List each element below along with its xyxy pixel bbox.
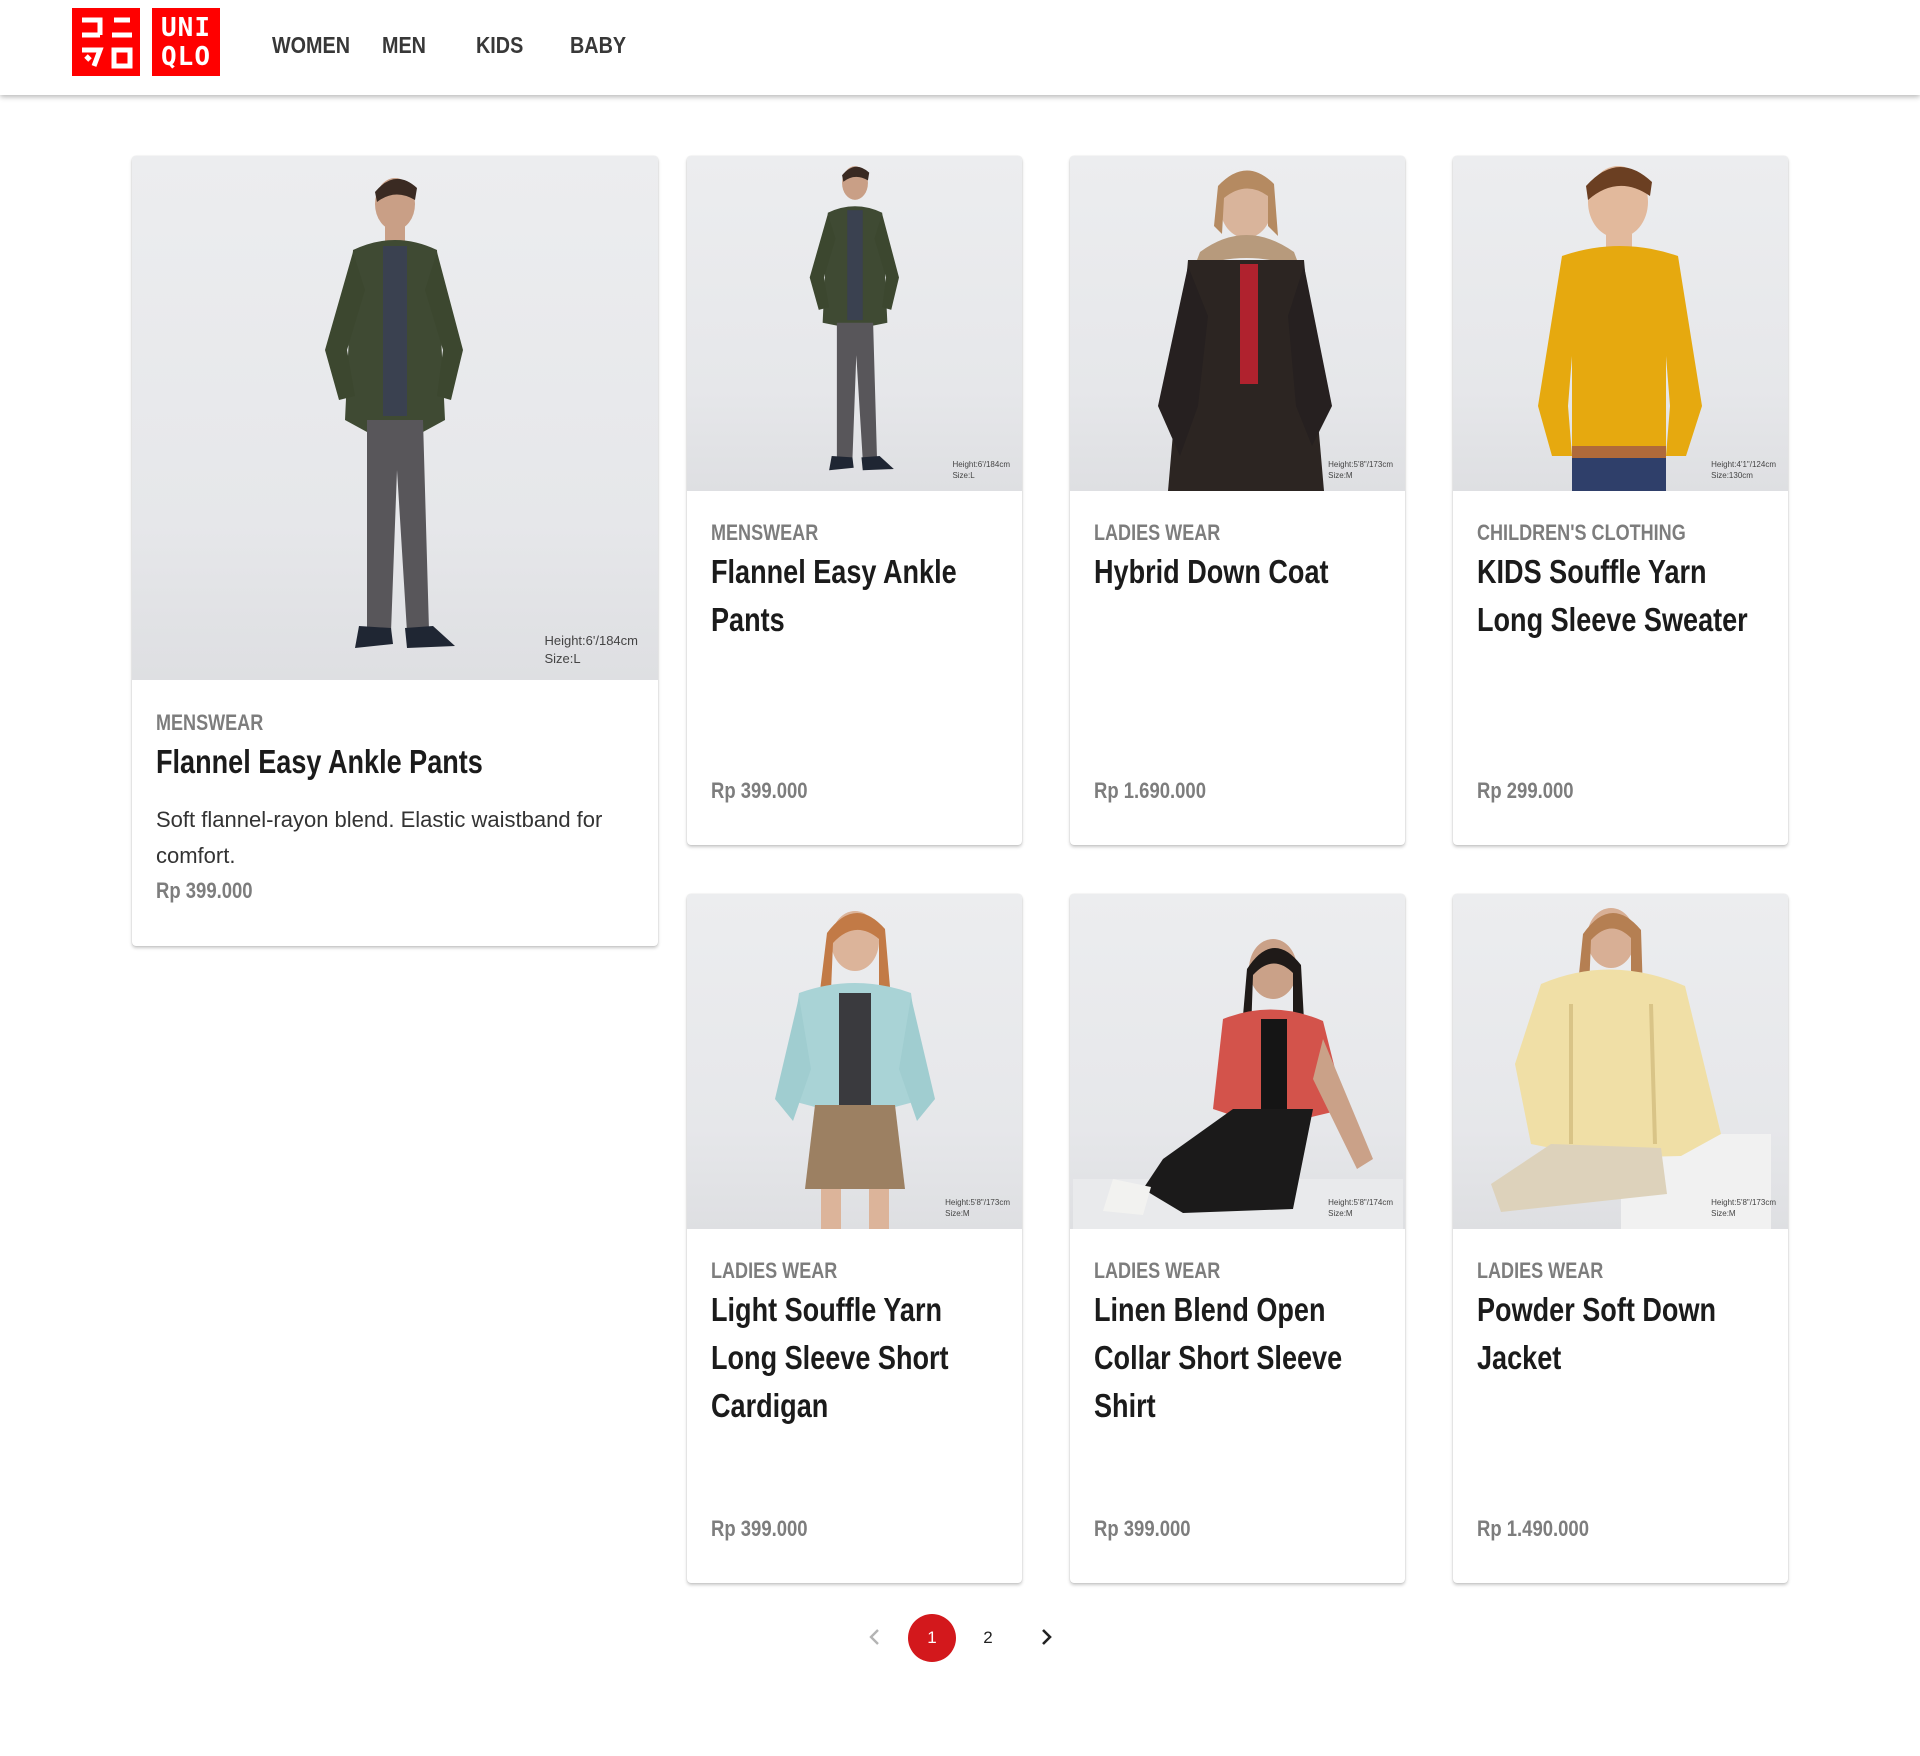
next-page-chevron <box>1042 1629 1052 1645</box>
product-card[interactable]: Height:5'8"/174cm Size:M LADIES WEAR Lin… <box>1070 894 1405 1583</box>
main-nav: WOMEN MEN KIDS BABY <box>272 32 660 59</box>
product-image[interactable]: Height:5'8"/173cm Size:M <box>1070 156 1405 491</box>
model-size-tag: Height:5'8"/173cm Size:M <box>1328 459 1393 481</box>
model-size-text: Size:M <box>1711 1209 1736 1218</box>
nav-item-baby[interactable]: BABY <box>570 32 647 59</box>
page-button-1[interactable]: 1 <box>908 1614 956 1662</box>
model-woman-puffer-image <box>1490 908 1771 1229</box>
product-card[interactable]: Height:6'/184cm Size:L MENSWEAR Flannel … <box>687 156 1022 845</box>
chevron-left-icon[interactable] <box>855 1617 895 1657</box>
model-size-text: Size:M <box>945 1209 970 1218</box>
model-size-tag: Height:4'1"/124cm Size:130cm <box>1711 459 1776 481</box>
logo-text-top: UNI <box>161 13 211 43</box>
product-price: Rp 399.000 <box>1094 1516 1191 1541</box>
product-image[interactable]: Height:4'1"/124cm Size:130cm <box>1453 156 1788 491</box>
model-man-cardigan-image <box>325 178 463 648</box>
model-height-text: Height:6'/184cm <box>952 460 1010 469</box>
model-height-text: Height:4'1"/124cm <box>1711 460 1776 469</box>
model-height-text: Height:5'8"/173cm <box>945 1198 1010 1207</box>
product-description: Soft flannel-rayon blend. Elastic waistb… <box>156 807 603 868</box>
uniqlo-logo[interactable]: UNI QLO <box>72 8 220 76</box>
model-size-tag: Height:5'8"/173cm Size:M <box>945 1197 1010 1219</box>
page-button-2[interactable]: 2 <box>964 1614 1012 1662</box>
product-price: Rp 399.000 <box>156 878 253 903</box>
model-size-tag: Height:6'/184cm Size:L <box>544 632 638 668</box>
product-title[interactable]: Flannel Easy Ankle Pants <box>711 548 994 644</box>
product-card[interactable]: Height:4'1"/124cm Size:130cm CHILDREN'S … <box>1453 156 1788 845</box>
model-size-text: Size:130cm <box>1711 471 1753 480</box>
product-title[interactable]: Linen Blend Open Collar Short Sleeve Shi… <box>1094 1286 1377 1430</box>
product-card[interactable]: Height:5'8"/173cm Size:M LADIES WEAR Lig… <box>687 894 1022 1583</box>
product-category: MENSWEAR <box>711 520 819 545</box>
model-size-text: Size:M <box>1328 1209 1353 1218</box>
model-height-text: Height:5'8"/173cm <box>1328 460 1393 469</box>
model-woman-red-shirt-image <box>1072 939 1403 1229</box>
product-image[interactable]: Height:5'8"/173cm Size:M <box>687 894 1022 1229</box>
model-height-text: Height:5'8"/173cm <box>1711 1198 1776 1207</box>
product-price: Rp 399.000 <box>711 778 808 803</box>
site-header: UNI QLO WOMEN MEN KIDS BABY <box>0 0 1920 95</box>
model-size-tag: Height:5'8"/173cm Size:M <box>1711 1197 1776 1219</box>
product-title[interactable]: Flannel Easy Ankle Pants <box>156 738 615 786</box>
model-man-cardigan-image <box>809 166 899 471</box>
product-card[interactable]: Height:5'8"/173cm Size:M LADIES WEAR Pow… <box>1453 894 1788 1583</box>
model-height-text: Height:6'/184cm <box>544 633 638 648</box>
model-boy-sweater-image <box>1537 166 1702 491</box>
product-image[interactable]: Height:6'/184cm Size:L <box>132 156 658 680</box>
featured-product-card[interactable]: Height:6'/184cm Size:L MENSWEAR Flannel … <box>132 156 658 946</box>
product-category: LADIES WEAR <box>1094 520 1221 545</box>
chevron-right-icon[interactable] <box>1026 1617 1066 1657</box>
product-category: LADIES WEAR <box>1094 1258 1221 1283</box>
model-height-text: Height:5'8"/174cm <box>1328 1198 1393 1207</box>
model-size-text: Size:L <box>952 471 975 480</box>
nav-item-kids[interactable]: KIDS <box>476 32 557 59</box>
katakana-logo-icon <box>82 17 133 69</box>
product-image[interactable]: Height:5'8"/174cm Size:M <box>1070 894 1405 1229</box>
product-title[interactable]: Hybrid Down Coat <box>1094 548 1377 596</box>
model-woman-coat-image <box>1157 170 1332 491</box>
product-category: LADIES WEAR <box>711 1258 838 1283</box>
logo-katakana-block <box>72 8 140 76</box>
logo-latin-block: UNI QLO <box>152 8 220 76</box>
product-price: Rp 1.690.000 <box>1094 778 1206 803</box>
product-category: LADIES WEAR <box>1477 1258 1604 1283</box>
product-title[interactable]: KIDS Souffle Yarn Long Sleeve Sweater <box>1477 548 1760 644</box>
product-title[interactable]: Light Souffle Yarn Long Sleeve Short Car… <box>711 1286 994 1430</box>
product-price: Rp 299.000 <box>1477 778 1574 803</box>
nav-item-women[interactable]: WOMEN <box>272 32 367 59</box>
logo-text-bottom: QLO <box>161 42 211 72</box>
product-title[interactable]: Powder Soft Down Jacket <box>1477 1286 1760 1382</box>
product-category: MENSWEAR <box>156 710 264 735</box>
product-card[interactable]: Height:5'8"/173cm Size:M LADIES WEAR Hyb… <box>1070 156 1405 845</box>
model-woman-cardigan-image <box>774 911 935 1229</box>
nav-item-men[interactable]: MEN <box>382 32 463 59</box>
product-image[interactable]: Height:6'/184cm Size:L <box>687 156 1022 491</box>
prev-page-chevron <box>869 1629 879 1645</box>
model-size-tag: Height:5'8"/174cm Size:M <box>1328 1197 1393 1219</box>
product-price: Rp 1.490.000 <box>1477 1516 1589 1541</box>
product-image[interactable]: Height:5'8"/173cm Size:M <box>1453 894 1788 1229</box>
product-price: Rp 399.000 <box>711 1516 808 1541</box>
model-size-text: Size:M <box>1328 471 1353 480</box>
product-category: CHILDREN'S CLOTHING <box>1477 520 1686 545</box>
model-size-tag: Height:6'/184cm Size:L <box>952 459 1010 481</box>
model-size-text: Size:L <box>544 651 581 666</box>
